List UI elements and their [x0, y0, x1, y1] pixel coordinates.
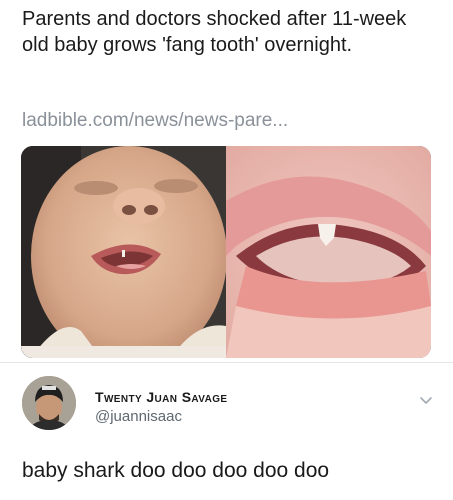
mouth-closeup-image[interactable] — [226, 146, 431, 358]
chevron-down-icon[interactable] — [418, 392, 434, 408]
image-watermark — [21, 346, 226, 356]
display-name[interactable]: Twenty Juan Savage — [95, 389, 228, 405]
divider — [0, 362, 453, 363]
avatar[interactable] — [22, 376, 76, 430]
reply-tweet[interactable]: Twenty Juan Savage @juannisaac — [22, 376, 442, 436]
media-grid[interactable] — [21, 146, 431, 358]
reply-text: baby shark doo doo doo doo doo — [22, 459, 330, 482]
post-headline: Parents and doctors shocked after 11-wee… — [22, 8, 407, 56]
article-link[interactable]: ladbible.com/news/news-pare... — [22, 110, 288, 132]
user-handle[interactable]: @juannisaac — [95, 408, 182, 425]
baby-face-image[interactable] — [21, 146, 226, 358]
